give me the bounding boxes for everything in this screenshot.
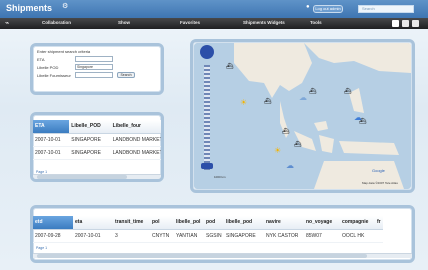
column-header-libelle-four[interactable]: Libelle_four: [110, 120, 161, 134]
cell-libelle-pol: YANTIAN: [174, 229, 204, 243]
sun-weather-icon[interactable]: ☀: [274, 146, 281, 155]
menu-show[interactable]: Show: [118, 20, 130, 25]
scrollbar-thumb[interactable]: [37, 175, 127, 179]
ship-marker-icon[interactable]: ⛴: [309, 88, 317, 95]
menu-shipments-widgets[interactable]: Shipments Widgets: [243, 20, 285, 25]
cell-eta: 2007-10-01: [73, 229, 113, 243]
detail-grid-scrollbar[interactable]: [33, 253, 412, 258]
cell-transit-time: 3: [113, 229, 150, 243]
cell-pol: CNYTN: [150, 229, 174, 243]
app-title: Shipments: [6, 3, 53, 13]
map-view[interactable]: ☀ ☁ ☁ ☀ ☁ ⛴ ⛴ ⛴ ⛴ ⛴ ⛴ ⛴ 1000 km Map data…: [194, 43, 411, 189]
cell-compagnie: OOCL HK: [340, 229, 375, 243]
column-header-libelle-pod[interactable]: libelle_pod: [224, 216, 264, 230]
column-header-eta[interactable]: ETA: [33, 120, 70, 134]
pan-control[interactable]: [200, 45, 214, 59]
libelle-fournisseur-label: Libelle Fournisseur: [37, 73, 71, 78]
cell-navire: NYK CASTOR: [264, 229, 304, 243]
eta-field[interactable]: [75, 56, 113, 62]
search-button[interactable]: Search: [117, 72, 135, 78]
column-header-libelle-pod[interactable]: Libelle_POD: [69, 120, 111, 134]
column-header-navire[interactable]: navire: [264, 216, 304, 230]
search-input[interactable]: Search: [358, 5, 414, 13]
cell-eta: 2007-10-01: [33, 146, 70, 160]
table-header-row: ETA Libelle_POD Libelle_four: [33, 120, 161, 134]
detail-results-table: etd eta transit_time pol libelle_pol pod…: [33, 216, 383, 243]
libelle-pod-field[interactable]: Singapore: [75, 64, 113, 70]
title-bar: Shipments ⚙ ● Log out admin Search: [0, 0, 428, 18]
sun-weather-icon[interactable]: ☀: [240, 98, 247, 107]
column-header-pol[interactable]: pol: [150, 216, 174, 230]
ship-marker-icon[interactable]: ⛴: [344, 88, 352, 95]
menu-tools[interactable]: Tools: [310, 20, 322, 25]
column-header-compagnie[interactable]: compagnie: [340, 216, 375, 230]
cell-libelle-pod: SINGAPORE: [69, 146, 111, 160]
small-results-table: ETA Libelle_POD Libelle_four 2007-10-01 …: [33, 120, 161, 160]
cloud-weather-icon[interactable]: ☁: [286, 161, 294, 170]
column-header-eta[interactable]: eta: [73, 216, 113, 230]
cell-pod: SGSIN: [204, 229, 224, 243]
ship-marker-icon[interactable]: ⛴: [282, 128, 290, 135]
map-scale: 1000 km: [214, 175, 226, 179]
map-copyright: Map data ©2007 Tele Atlas: [362, 181, 398, 185]
print-icon[interactable]: [402, 20, 409, 27]
eta-label: ETA: [37, 57, 45, 62]
cloud-weather-icon[interactable]: ☁: [299, 93, 307, 102]
logo-icon: ⌁: [5, 20, 10, 27]
scrollbar-thumb[interactable]: [37, 254, 367, 258]
ship-marker-icon[interactable]: ⛴: [359, 118, 367, 125]
small-results-panel: ETA Libelle_POD Libelle_four 2007-10-01 …: [30, 112, 164, 182]
cell-libelle-pod: SINGAPORE: [224, 229, 264, 243]
zoom-slider[interactable]: [204, 65, 210, 170]
column-header-pod[interactable]: pod: [204, 216, 224, 230]
ship-marker-icon[interactable]: ⛴: [294, 141, 302, 148]
page-icon[interactable]: [392, 20, 399, 27]
menu-collaboration[interactable]: Collaboration: [42, 20, 71, 25]
libelle-pod-label: Libelle POD: [37, 65, 59, 70]
column-header-fr[interactable]: fr: [375, 216, 383, 230]
search-form-panel: Enter shipment search criteria ETA Libel…: [30, 43, 164, 95]
cell-libelle-four: LANDBOND MARKETIN: [110, 133, 161, 147]
cell-no-voyage: 85W07: [304, 229, 340, 243]
table-row[interactable]: 2007-09-28 2007-10-01 3 CNYTN YANTIAN SG…: [33, 229, 383, 243]
libelle-fournisseur-field[interactable]: [75, 72, 113, 78]
menu-bar: ⌁ Collaboration Show Favorites Shipments…: [0, 18, 428, 29]
cell-fr: [375, 229, 383, 243]
detail-results-panel: etd eta transit_time pol libelle_pol pod…: [30, 205, 415, 263]
map-logo: Google: [372, 168, 385, 173]
column-header-etd[interactable]: etd: [33, 216, 73, 230]
cell-eta: 2007-10-01: [33, 133, 70, 147]
cell-etd: 2007-09-28: [33, 229, 73, 243]
table-row[interactable]: 2007-10-01 SINGAPORE LANDBOND MARKETIN: [33, 133, 161, 147]
ship-marker-icon[interactable]: ⛴: [264, 98, 272, 105]
cell-libelle-four: LANDBOND MARKETIN: [110, 146, 161, 160]
table-header-row: etd eta transit_time pol libelle_pol pod…: [33, 216, 383, 230]
column-header-libelle-pol[interactable]: libelle_pol: [174, 216, 204, 230]
user-icon: ●: [306, 4, 310, 10]
column-header-transit-time[interactable]: transit_time: [113, 216, 150, 230]
small-grid-scrollbar[interactable]: [33, 174, 161, 179]
zoom-slider-thumb[interactable]: [201, 163, 213, 169]
detail-grid-pager[interactable]: Page 1: [36, 246, 47, 250]
settings-gear-icon[interactable]: ⚙: [62, 2, 68, 10]
table-row[interactable]: 2007-10-01 SINGAPORE LANDBOND MARKETIN: [33, 146, 161, 160]
help-icon[interactable]: [412, 20, 419, 27]
cell-libelle-pod: SINGAPORE: [69, 133, 111, 147]
logout-button[interactable]: Log out admin: [313, 5, 343, 13]
column-header-no-voyage[interactable]: no_voyage: [304, 216, 340, 230]
menu-favorites[interactable]: Favorites: [180, 20, 200, 25]
search-form-title: Enter shipment search criteria: [37, 49, 91, 54]
ship-marker-icon[interactable]: ⛴: [226, 63, 234, 70]
